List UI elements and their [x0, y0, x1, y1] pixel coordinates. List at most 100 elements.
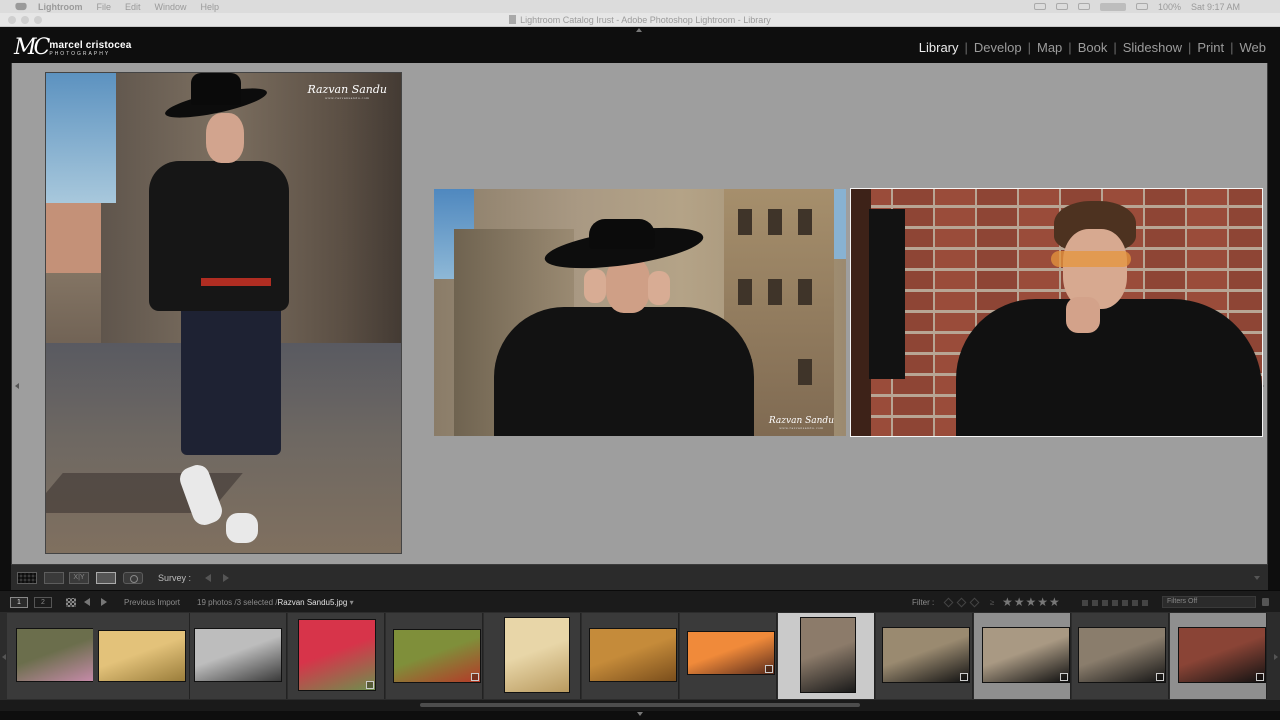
filmstrip-cell[interactable] — [876, 613, 973, 699]
filmstrip-thumbnail[interactable] — [589, 628, 677, 682]
bottom-panel-toggle-icon[interactable] — [637, 712, 643, 716]
compare-view-button[interactable]: X|Y — [69, 572, 89, 584]
filmstrip-thumbnail[interactable] — [982, 627, 1070, 683]
grid-view-button[interactable] — [17, 572, 37, 584]
left-panel-toggle-icon[interactable] — [15, 383, 19, 389]
filmstrip-scrollbar[interactable] — [0, 700, 1280, 711]
rating-operator[interactable]: ≥ — [990, 598, 994, 607]
color-label-filter[interactable] — [1112, 600, 1118, 606]
color-label-filter[interactable] — [1142, 600, 1148, 606]
filmstrip-cell[interactable] — [386, 613, 483, 699]
status-icon[interactable] — [1077, 3, 1090, 10]
filmstrip-right-panel-toggle-icon[interactable] — [1274, 654, 1278, 660]
survey-photo-sunglasses-portrait[interactable]: Razvan Sandu www.razvansandu.com — [434, 189, 846, 436]
edited-badge-icon[interactable] — [366, 681, 374, 689]
edited-badge-icon[interactable] — [960, 673, 968, 681]
filmstrip-cell[interactable] — [582, 613, 679, 699]
filmstrip-thumbnail[interactable] — [882, 627, 970, 683]
edited-badge-icon[interactable] — [1060, 673, 1068, 681]
menu-app-name[interactable]: Lightroom — [38, 2, 83, 12]
photo-watermark: Razvan Sandu www.razvansandu.com — [768, 416, 834, 430]
menu-window[interactable]: Window — [155, 2, 187, 12]
lock-icon[interactable] — [1262, 598, 1269, 606]
module-slideshow[interactable]: Slideshow — [1117, 40, 1188, 55]
filmstrip-cell[interactable] — [288, 613, 385, 699]
filmstrip-thumbnail[interactable] — [194, 628, 282, 682]
minimize-window-button[interactable] — [21, 16, 29, 24]
edited-badge-icon[interactable] — [765, 665, 773, 673]
apple-menu-icon[interactable] — [15, 2, 27, 11]
filmstrip-cell[interactable] — [1072, 613, 1169, 699]
survey-photo-brick-wall-portrait[interactable] — [850, 188, 1263, 437]
filmstrip-cell[interactable] — [93, 613, 190, 699]
color-label-filter[interactable] — [1122, 600, 1128, 606]
identity-plate-logo: MC marcel cristocea PHOTOGRAPHY — [14, 36, 132, 60]
edited-badge-icon[interactable] — [1156, 673, 1164, 681]
color-label-filter[interactable] — [1102, 600, 1108, 606]
edited-badge-icon[interactable] — [471, 673, 479, 681]
survey-photo-walking-portrait[interactable]: Razvan Sandu www.razvansandu.com — [45, 72, 402, 554]
module-library[interactable]: Library — [913, 40, 965, 55]
module-map[interactable]: Map — [1031, 40, 1068, 55]
filmstrip-thumbnail[interactable] — [16, 628, 94, 682]
filmstrip-thumbnail[interactable] — [98, 630, 186, 682]
wifi-icon[interactable] — [1135, 3, 1148, 10]
filmstrip-thumbnail[interactable] — [687, 631, 775, 675]
color-label-filter[interactable] — [1132, 600, 1138, 606]
photo-watermark: Razvan Sandu www.razvansandu.com — [307, 83, 387, 100]
filmstrip-cell[interactable] — [778, 613, 875, 699]
survey-view-button[interactable] — [96, 572, 116, 584]
rating-filter-stars[interactable]: ★★★★★ — [1002, 595, 1061, 609]
secondary-window-button[interactable]: 2 — [34, 597, 52, 608]
filmstrip-cell[interactable] — [974, 613, 1071, 699]
previous-photo-icon[interactable] — [205, 574, 211, 582]
filmstrip-thumbnail[interactable] — [393, 629, 481, 683]
toolbar-content-menu-icon[interactable] — [1254, 576, 1260, 580]
scrollbar-thumb[interactable] — [420, 703, 860, 707]
photo-count[interactable]: 19 photos /3 selected /Razvan Sandu5.jpg… — [197, 598, 354, 607]
flag-filter-icon[interactable] — [969, 597, 980, 608]
filmstrip-thumbnail[interactable] — [1178, 627, 1266, 683]
menu-help[interactable]: Help — [201, 2, 220, 12]
back-arrow-icon[interactable] — [84, 598, 90, 606]
filmstrip-thumbnail[interactable] — [504, 617, 570, 693]
filmstrip-thumbnail[interactable] — [1078, 627, 1166, 683]
filmstrip-cell[interactable] — [7, 613, 104, 699]
flag-filter-icon[interactable] — [943, 597, 954, 608]
filmstrip-cell[interactable] — [1170, 613, 1267, 699]
clock[interactable]: Sat 9:17 AM — [1191, 2, 1240, 12]
filmstrip-thumbnail[interactable] — [298, 619, 376, 691]
main-window-button[interactable]: 1 — [10, 597, 28, 608]
menu-extras: 100% Sat 9:17 AM — [1033, 0, 1240, 13]
zoom-window-button[interactable] — [34, 16, 42, 24]
flag-filter-icon[interactable] — [956, 597, 967, 608]
forward-arrow-icon[interactable] — [101, 598, 107, 606]
module-develop[interactable]: Develop — [968, 40, 1028, 55]
edited-badge-icon[interactable] — [1256, 673, 1264, 681]
filmstrip-cell[interactable] — [190, 613, 287, 699]
people-view-button[interactable] — [123, 572, 143, 584]
filmstrip-thumbnail[interactable] — [800, 617, 856, 693]
color-label-filter[interactable] — [1092, 600, 1098, 606]
toolbar: X|Y Survey : — [11, 564, 1268, 590]
close-window-button[interactable] — [8, 16, 16, 24]
source-label[interactable]: Previous Import — [124, 598, 180, 607]
status-icon[interactable] — [1055, 3, 1068, 10]
color-label-filter[interactable] — [1082, 600, 1088, 606]
grid-icon[interactable] — [66, 598, 76, 607]
module-web[interactable]: Web — [1234, 40, 1273, 55]
module-book[interactable]: Book — [1072, 40, 1114, 55]
menu-edit[interactable]: Edit — [125, 2, 141, 12]
module-print[interactable]: Print — [1191, 40, 1230, 55]
filmstrip — [0, 612, 1280, 700]
top-panel-toggle-icon[interactable] — [636, 28, 642, 32]
filter-preset-select[interactable]: Filters Off — [1162, 596, 1256, 608]
filmstrip-cell[interactable] — [680, 613, 777, 699]
loupe-view-button[interactable] — [44, 572, 64, 584]
battery-icon[interactable] — [1099, 2, 1126, 11]
filmstrip-left-panel-toggle-icon[interactable] — [2, 654, 6, 660]
status-icon[interactable] — [1033, 3, 1046, 10]
menu-file[interactable]: File — [97, 2, 112, 12]
filmstrip-cell[interactable] — [484, 613, 581, 699]
next-photo-icon[interactable] — [223, 574, 229, 582]
